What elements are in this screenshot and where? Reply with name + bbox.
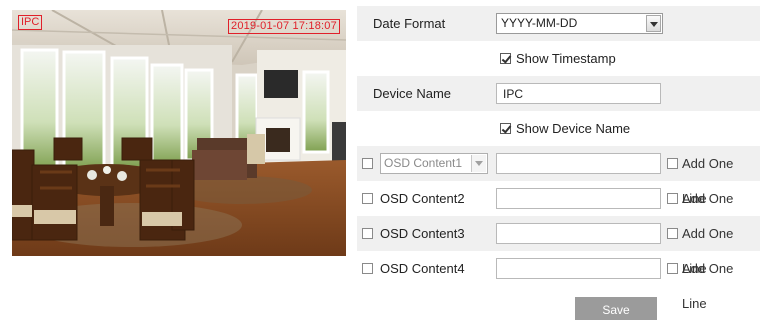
- osd-content1-row: OSD Content1 Add One Line: [357, 146, 760, 206]
- osd-content4-checkbox[interactable]: [362, 263, 373, 274]
- osd-content4-row: OSD Content4 Add One Line: [357, 251, 760, 311]
- device-name-input[interactable]: [496, 83, 661, 104]
- video-preview: IPC 2019-01-07 17:18:07: [12, 10, 346, 256]
- osd-content3-input[interactable]: [496, 223, 661, 244]
- date-format-row: Date Format YYYY-MM-DD: [357, 6, 760, 41]
- osd-timestamp-overlay[interactable]: 2019-01-07 17:18:07: [228, 19, 340, 34]
- device-name-label: Device Name: [373, 86, 452, 101]
- osd-content1-input[interactable]: [496, 153, 661, 174]
- date-format-value: YYYY-MM-DD: [501, 16, 578, 30]
- osd-device-name-overlay[interactable]: IPC: [18, 15, 43, 30]
- show-device-name-row: Show Device Name: [357, 111, 760, 146]
- osd-content4-input[interactable]: [496, 258, 661, 279]
- osd-content2-add-one-line-checkbox[interactable]: [667, 193, 678, 204]
- osd-content2-label: OSD Content2: [380, 191, 465, 206]
- osd-content4-label: OSD Content4: [380, 261, 465, 276]
- show-timestamp-checkbox[interactable]: [500, 53, 511, 64]
- show-device-name-checkbox[interactable]: [500, 123, 511, 134]
- show-timestamp-row: Show Timestamp: [357, 41, 760, 76]
- osd-content4-add-one-line-checkbox[interactable]: [667, 263, 678, 274]
- chevron-down-icon[interactable]: [646, 15, 661, 32]
- osd-content2-input[interactable]: [496, 188, 661, 209]
- room-scene-image: [12, 10, 346, 256]
- osd-content2-row: OSD Content2 Add One Line: [357, 181, 760, 241]
- show-device-name-label: Show Device Name: [516, 121, 631, 136]
- osd-content3-label: OSD Content3: [380, 226, 465, 241]
- date-format-select[interactable]: YYYY-MM-DD: [496, 13, 663, 34]
- save-button[interactable]: Save: [575, 297, 657, 320]
- osd-content3-add-one-line-checkbox[interactable]: [667, 228, 678, 239]
- osd-content1-add-one-line-checkbox[interactable]: [667, 158, 678, 169]
- osd-settings-page: IPC 2019-01-07 17:18:07 Date Format YYYY…: [0, 0, 760, 320]
- show-timestamp-label: Show Timestamp: [516, 51, 616, 66]
- chevron-down-icon[interactable]: [471, 155, 486, 172]
- osd-content4-add-one-line-label: Add One Line: [682, 261, 734, 311]
- osd-settings-form: Date Format YYYY-MM-DD Show Timestamp De…: [357, 6, 760, 311]
- date-format-label: Date Format: [373, 16, 446, 31]
- osd-content3-checkbox[interactable]: [362, 228, 373, 239]
- osd-content1-select[interactable]: OSD Content1: [380, 153, 488, 174]
- osd-content2-checkbox[interactable]: [362, 193, 373, 204]
- osd-content1-checkbox[interactable]: [362, 158, 373, 169]
- osd-content1-value: OSD Content1: [384, 156, 463, 170]
- device-name-row: Device Name: [357, 76, 760, 111]
- osd-content3-row: OSD Content3 Add One Line: [357, 216, 760, 276]
